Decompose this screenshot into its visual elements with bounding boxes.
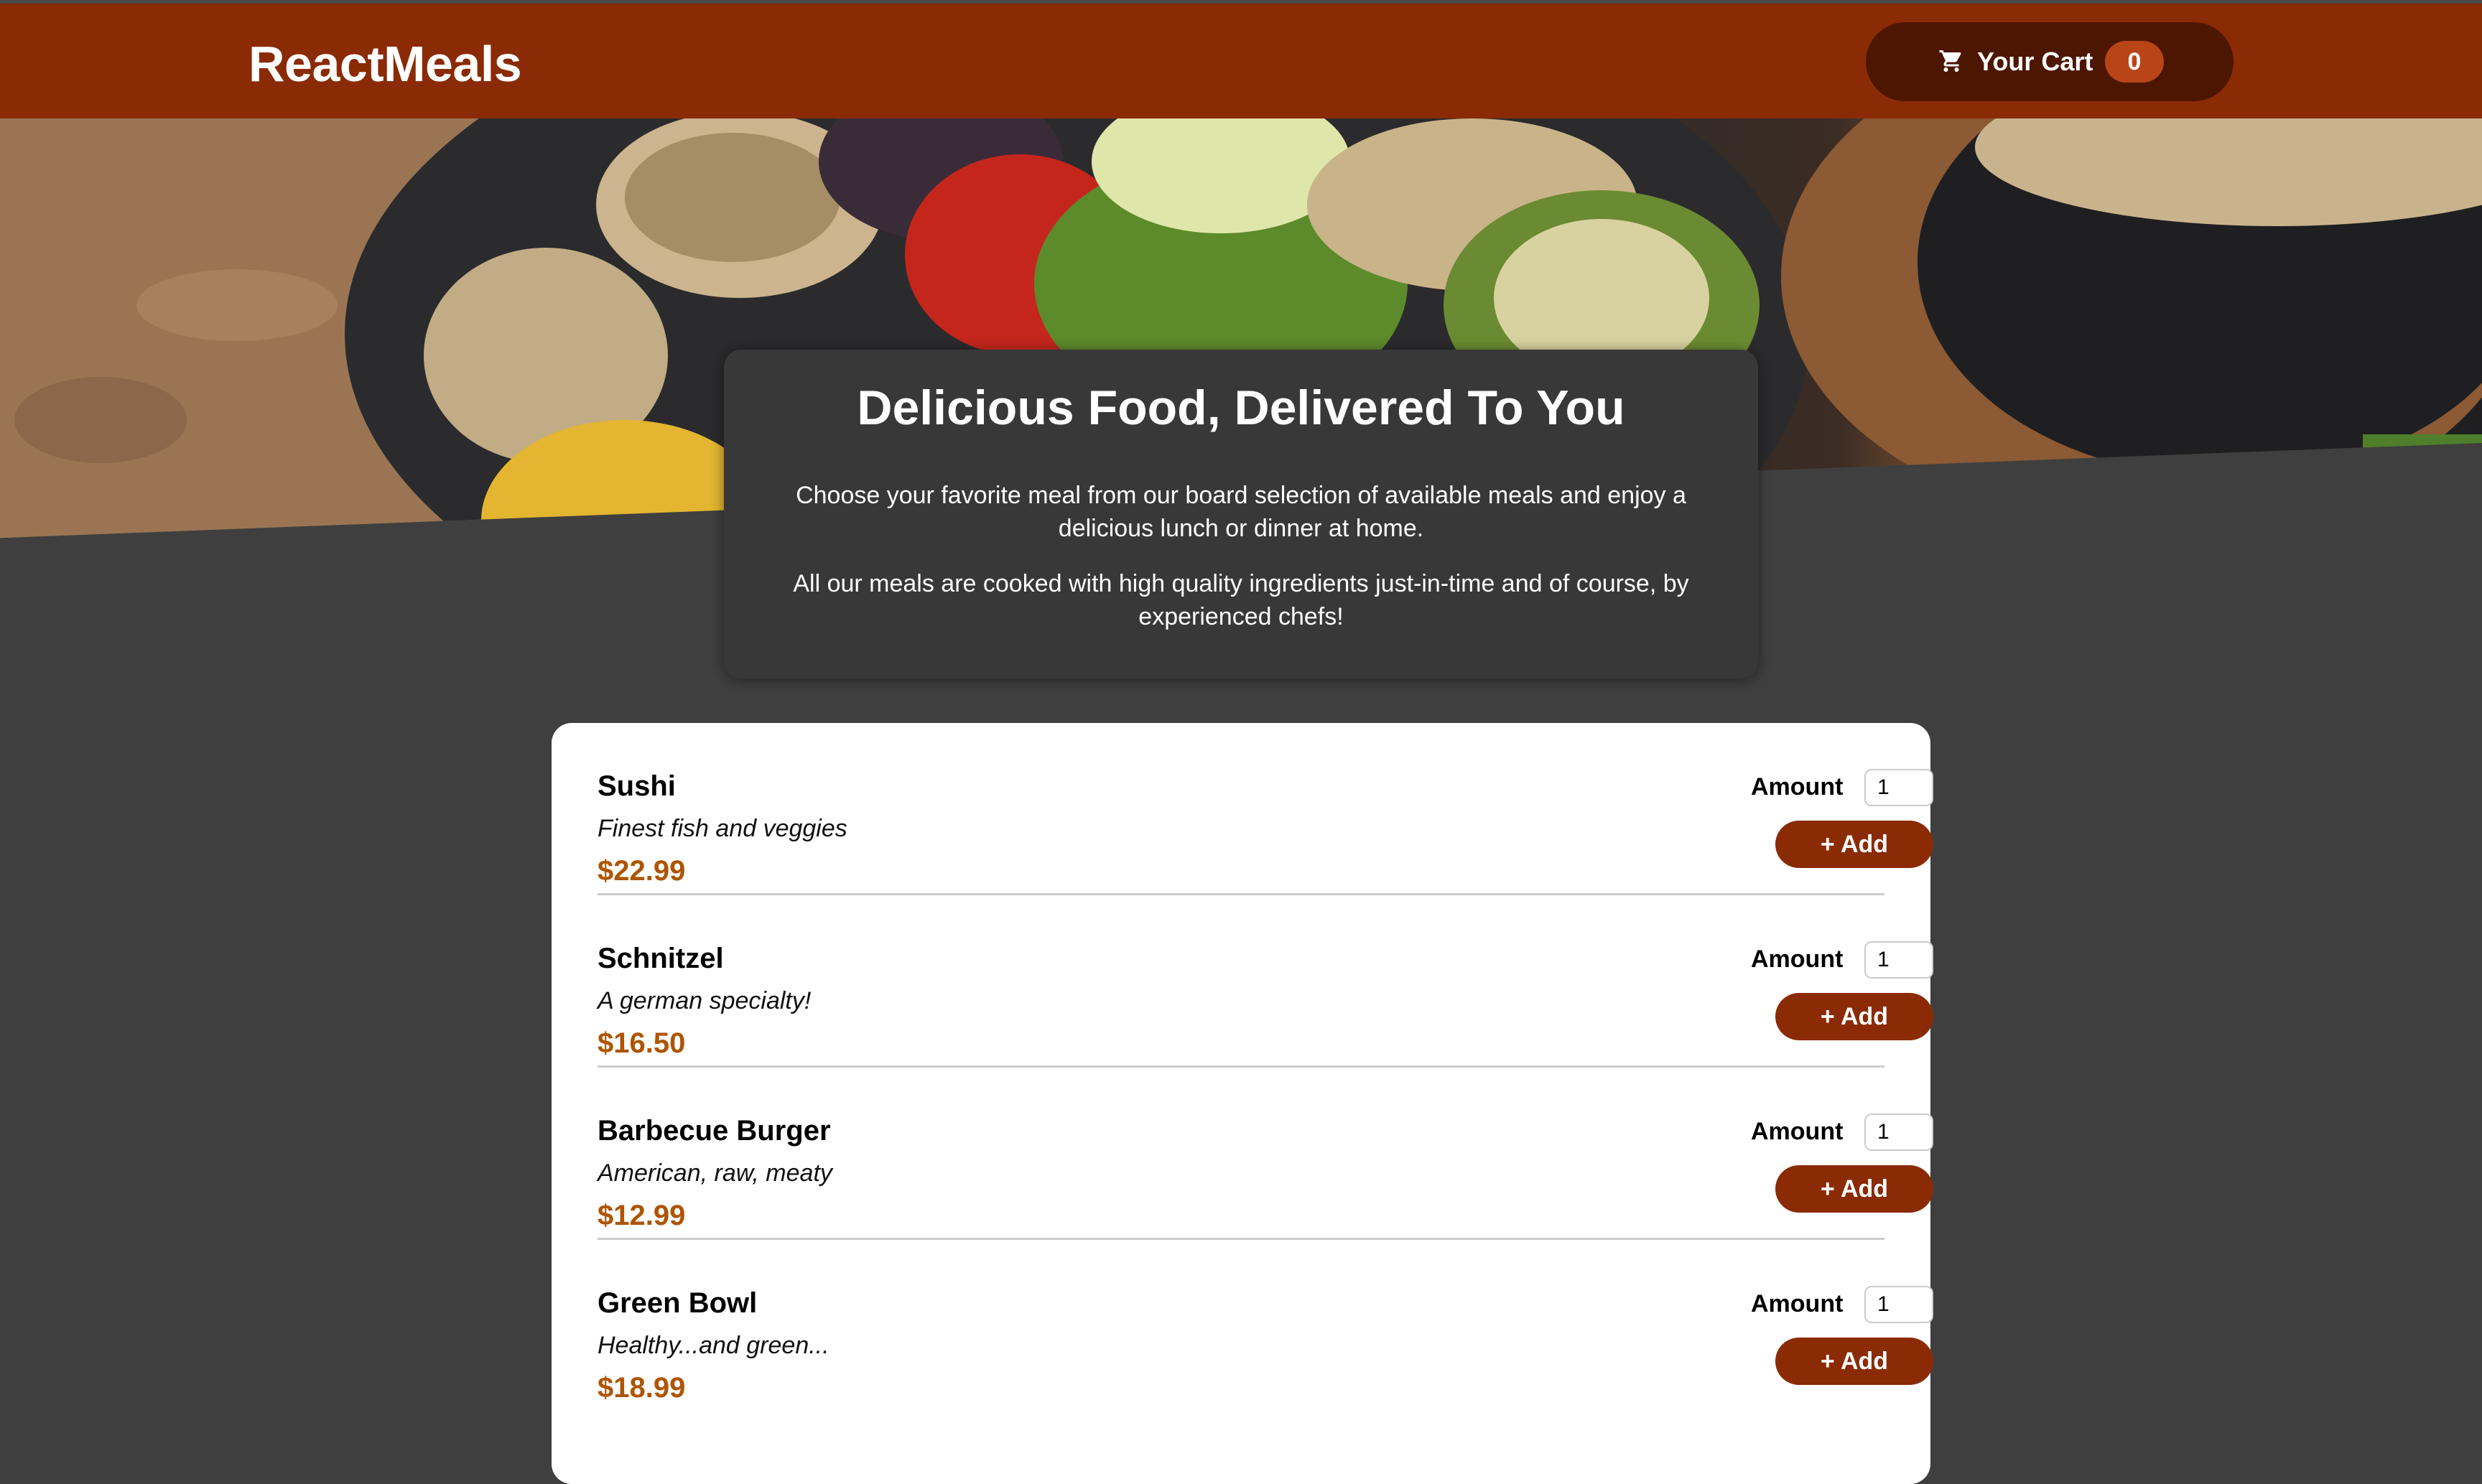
app-header: ReactMeals Your Cart 0 — [0, 4, 2482, 118]
list-item: Green Bowl Healthy...and green... $18.99… — [598, 1240, 1933, 1412]
add-button[interactable]: + Add — [1775, 1165, 1933, 1213]
meal-name: Schnitzel — [598, 943, 724, 974]
meal-name: Sushi — [598, 770, 676, 802]
meal-price: $12.99 — [598, 1200, 686, 1231]
add-button[interactable]: + Add — [1775, 821, 1933, 868]
meal-name: Green Bowl — [598, 1287, 758, 1319]
amount-label: Amount — [1751, 1290, 1844, 1317]
cart-icon — [1939, 50, 1961, 72]
add-button[interactable]: + Add — [1775, 993, 1933, 1040]
summary-paragraph-1: Choose your favorite meal from our board… — [796, 482, 1686, 542]
add-button[interactable]: + Add — [1775, 1338, 1933, 1385]
amount-label: Amount — [1751, 1118, 1844, 1145]
meal-name: Barbecue Burger — [598, 1115, 831, 1147]
meal-description: A german specialty! — [598, 987, 812, 1014]
meal-price: $22.99 — [598, 855, 686, 887]
meal-price: $18.99 — [598, 1372, 686, 1404]
amount-input[interactable] — [1864, 1286, 1933, 1323]
amount-input[interactable] — [1864, 1114, 1933, 1151]
summary-paragraph-2: All our meals are cooked with high quali… — [793, 570, 1689, 630]
meal-description: Healthy...and green... — [598, 1332, 829, 1359]
summary-card: Delicious Food, Delivered To You Choose … — [724, 350, 1758, 678]
cart-label: Your Cart — [1977, 47, 2093, 76]
cart-button[interactable]: Your Cart 0 — [1866, 22, 2234, 101]
amount-input[interactable] — [1864, 769, 1933, 806]
list-item: Schnitzel A german specialty! $16.50 Amo… — [598, 895, 1933, 1068]
meals-list: Sushi Finest fish and veggies $22.99 Amo… — [552, 723, 1933, 1484]
meal-description: American, raw, meaty — [598, 1159, 832, 1187]
meal-description: Finest fish and veggies — [598, 815, 847, 842]
brand-title: ReactMeals — [248, 36, 522, 92]
meal-price: $16.50 — [598, 1027, 686, 1059]
list-item: Sushi Finest fish and veggies $22.99 Amo… — [598, 723, 1933, 895]
cart-count-badge: 0 — [2105, 41, 2164, 83]
amount-input[interactable] — [1864, 941, 1933, 979]
amount-label: Amount — [1751, 773, 1844, 801]
summary-title: Delicious Food, Delivered To You — [857, 381, 1625, 435]
list-item: Barbecue Burger American, raw, meaty $12… — [598, 1068, 1933, 1240]
amount-label: Amount — [1751, 946, 1844, 973]
